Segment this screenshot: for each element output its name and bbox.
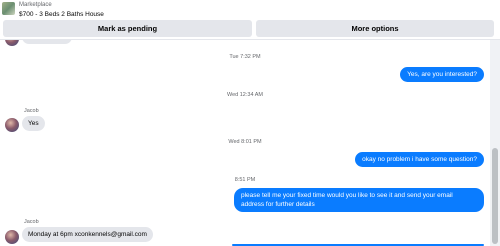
message-bubble-outgoing: please tell me your fixed time would you… <box>234 188 484 212</box>
sender-name: Jacob <box>24 219 39 225</box>
message-bubble-incoming: Yes <box>22 116 45 131</box>
timestamp: Wed 12:34 AM <box>227 92 263 98</box>
message-bubble-outgoing: okay no problem i have some question? <box>355 152 484 167</box>
listing-title[interactable]: $700 - 3 Beds 2 Baths House <box>19 11 104 18</box>
marketplace-label: Marketplace <box>19 2 52 8</box>
listing-thumbnail[interactable] <box>2 2 15 15</box>
avatar[interactable] <box>5 118 19 132</box>
sender-name: Jacob <box>24 108 39 114</box>
mark-as-pending-button[interactable]: Mark as pending <box>3 20 252 37</box>
timestamp: 8:51 PM <box>234 177 256 183</box>
timestamp: Wed 8:01 PM <box>228 139 262 145</box>
scrollbar[interactable] <box>490 40 500 246</box>
more-options-button[interactable]: More options <box>256 20 494 37</box>
conversation-header: Marketplace $700 - 3 Beds 2 Baths House … <box>0 0 500 40</box>
avatar <box>5 40 19 46</box>
message-bubble-outgoing: Yes, are you interested? <box>400 67 484 82</box>
scrollbar-thumb[interactable] <box>492 148 498 244</box>
timestamp: Tue 7:32 PM <box>229 54 261 60</box>
avatar[interactable] <box>5 230 19 244</box>
message-bubble-incoming: Monday at 6pm xconkennels@gmail.com <box>22 227 153 242</box>
message-thread: Tue 7:32 PM Yes, are you interested? Wed… <box>0 40 490 246</box>
message-bubble-partial <box>22 40 72 44</box>
